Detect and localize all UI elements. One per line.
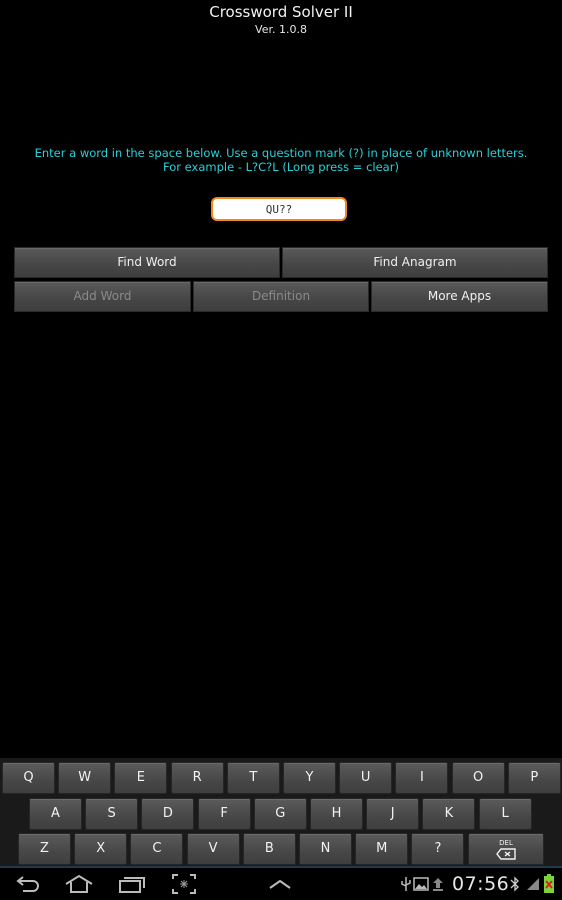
bluetooth-icon: [510, 876, 519, 892]
find-word-button[interactable]: Find Word: [14, 247, 280, 278]
key-d[interactable]: D: [141, 798, 195, 830]
key-i[interactable]: I: [395, 762, 449, 794]
key-g[interactable]: G: [253, 798, 307, 830]
key-w[interactable]: W: [58, 762, 112, 794]
key-delete[interactable]: DEL: [468, 833, 544, 865]
screenshot-icon[interactable]: [172, 874, 196, 894]
find-anagram-button[interactable]: Find Anagram: [282, 247, 548, 278]
key-h[interactable]: H: [310, 798, 363, 830]
battery-icon: [544, 874, 554, 893]
key-t[interactable]: T: [226, 762, 280, 794]
key-o[interactable]: O: [451, 762, 505, 794]
key-z[interactable]: Z: [18, 833, 71, 865]
app-title: Crossword Solver II: [209, 3, 353, 21]
key-q[interactable]: Q: [2, 762, 55, 794]
key-b[interactable]: B: [242, 833, 296, 865]
back-icon[interactable]: [15, 874, 41, 894]
add-word-button[interactable]: Add Word: [14, 281, 191, 312]
key-v[interactable]: V: [186, 833, 240, 865]
key-p[interactable]: P: [507, 762, 561, 794]
more-apps-button[interactable]: More Apps: [371, 281, 548, 312]
signal-icon: [527, 878, 539, 890]
key-x[interactable]: X: [74, 833, 128, 865]
key-a[interactable]: A: [29, 798, 82, 830]
app-version: Ver. 1.0.8: [255, 23, 307, 36]
definition-button[interactable]: Definition: [193, 281, 369, 312]
usb-icon: [401, 877, 411, 891]
key-y[interactable]: Y: [283, 762, 336, 794]
key-r[interactable]: R: [170, 762, 224, 794]
key-c[interactable]: C: [130, 833, 184, 865]
key-j[interactable]: J: [366, 798, 420, 830]
recent-apps-icon[interactable]: [118, 874, 146, 894]
instructions-line-1: Enter a word in the space below. Use a q…: [34, 146, 528, 160]
key-u[interactable]: U: [339, 762, 393, 794]
menu-up-icon[interactable]: [268, 878, 292, 890]
key-n[interactable]: N: [299, 833, 352, 865]
instructions: Enter a word in the space below. Use a q…: [0, 146, 562, 174]
del-label: DEL: [499, 839, 513, 847]
status-clock: 07:56: [452, 873, 510, 895]
key-l[interactable]: L: [478, 798, 532, 830]
key-m[interactable]: M: [355, 833, 409, 865]
gallery-icon: [413, 877, 429, 891]
instructions-line-2: For example - L?C?L (Long press = clear): [163, 160, 399, 174]
key-question-mark[interactable]: ?: [411, 833, 465, 865]
key-k[interactable]: K: [422, 798, 476, 830]
upload-icon: [433, 878, 443, 891]
word-input[interactable]: [211, 197, 347, 221]
backspace-icon: [496, 848, 516, 860]
key-s[interactable]: S: [85, 798, 139, 830]
key-f[interactable]: F: [197, 798, 251, 830]
key-e[interactable]: E: [114, 762, 168, 794]
home-icon[interactable]: [64, 874, 94, 894]
